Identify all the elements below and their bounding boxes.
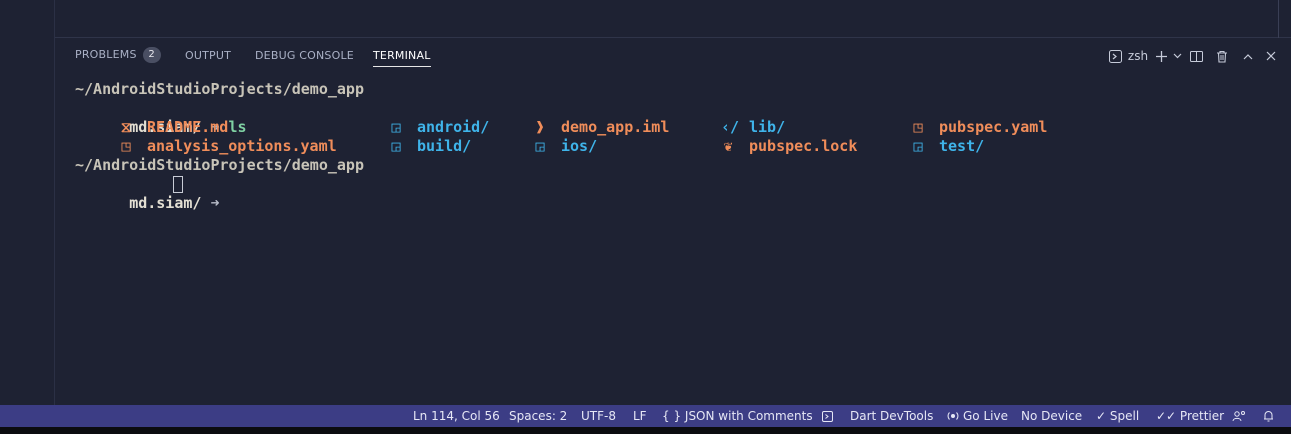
iml-icon: ❱ — [535, 118, 545, 136]
list-item: ◲ android/ — [389, 118, 489, 137]
yaml-icon: ◳ — [121, 137, 131, 155]
new-terminal-plus-icon[interactable] — [1151, 48, 1171, 64]
terminal-icon[interactable] — [1105, 48, 1125, 64]
prettier[interactable]: ✓✓ Prettier — [1156, 408, 1224, 424]
tab-debug-console-label: DEBUG CONSOLE — [255, 49, 354, 62]
terminal-cursor — [173, 176, 183, 193]
command-text: ls — [228, 118, 247, 136]
directory-name: build/ — [417, 137, 472, 155]
prompt-line: md.siam/ ➜ ls — [75, 99, 246, 136]
list-item: ◳ analysis_options.yaml — [119, 137, 337, 156]
directory-name: android/ — [417, 118, 490, 136]
tab-problems[interactable]: PROBLEMS 2 — [75, 47, 161, 63]
prompt-arrow-icon: ➜ — [210, 194, 220, 212]
tab-output-label: OUTPUT — [185, 49, 232, 62]
prompt-line: md.siam/ ➜ — [75, 175, 219, 212]
indentation[interactable]: Spaces: 2 — [509, 408, 567, 424]
folder-icon: ◲ — [535, 137, 545, 155]
directory-name: test/ — [939, 137, 985, 155]
list-item: ❱ demo_app.iml — [533, 118, 669, 137]
cwd-line: ~/AndroidStudioProjects/demo_app — [75, 156, 364, 174]
file-name: README.md — [147, 118, 229, 136]
accounts-icon[interactable] — [1232, 408, 1246, 426]
folder-icon: ◲ — [391, 137, 401, 155]
editor-ruler — [1278, 0, 1279, 38]
go-live[interactable]: Go Live — [963, 408, 1008, 424]
list-item: ❦ pubspec.lock — [721, 137, 857, 156]
folder-icon: ◲ — [913, 137, 923, 155]
yaml-icon: ◳ — [913, 118, 923, 136]
directory-name: lib/ — [749, 118, 786, 136]
directory-name: ios/ — [561, 137, 598, 155]
code-folder-icon: ‹/ — [721, 118, 740, 136]
language-mode[interactable]: { } JSON with Comments — [662, 408, 813, 424]
prompt-user: md.siam/ — [129, 194, 202, 212]
markdown-icon: ⧖ — [120, 118, 132, 136]
list-item: ‹/ lib/ — [721, 118, 785, 137]
tab-problems-label: PROBLEMS — [75, 48, 137, 61]
status-bar: Ln 114, Col 56 Spaces: 2 UTF-8 LF { } JS… — [0, 405, 1291, 427]
tab-output[interactable]: OUTPUT — [185, 48, 231, 64]
bottom-panel: PROBLEMS 2 OUTPUT DEBUG CONSOLE TERMINAL … — [55, 38, 1291, 405]
chevron-down-icon[interactable] — [1171, 48, 1183, 64]
list-item: ◲ build/ — [389, 137, 471, 156]
active-tab-indicator — [373, 66, 431, 67]
activity-bar — [0, 0, 55, 405]
device-selector[interactable]: No Device — [1021, 408, 1082, 424]
spell-check[interactable]: ✓ Spell — [1096, 408, 1139, 424]
cwd-line: ~/AndroidStudioProjects/demo_app — [75, 80, 364, 98]
devtools-icon[interactable] — [822, 408, 833, 426]
cursor-position[interactable]: Ln 114, Col 56 — [413, 408, 500, 424]
tab-terminal[interactable]: TERMINAL — [373, 48, 431, 67]
list-item: ◲ ios/ — [533, 137, 597, 156]
tab-debug-console[interactable]: DEBUG CONSOLE — [255, 48, 354, 64]
window-bottom-edge — [0, 427, 1291, 434]
list-item: ◳ pubspec.yaml — [911, 118, 1047, 137]
trash-icon[interactable] — [1209, 48, 1235, 64]
file-name: pubspec.yaml — [939, 118, 1048, 136]
file-name: analysis_options.yaml — [147, 137, 337, 155]
problems-count-badge: 2 — [142, 47, 161, 63]
tab-terminal-label: TERMINAL — [373, 49, 431, 62]
editor-area[interactable] — [55, 0, 1291, 38]
close-icon[interactable] — [1261, 48, 1281, 64]
split-terminal-icon[interactable] — [1183, 48, 1209, 64]
list-item: ◲ test/ — [911, 137, 984, 156]
terminal-profile-label[interactable]: zsh — [1125, 48, 1151, 64]
dart-devtools[interactable]: Dart DevTools — [850, 408, 933, 424]
panel-actions: zsh — [1105, 48, 1281, 64]
go-live-icon[interactable] — [947, 408, 959, 426]
file-name: demo_app.iml — [561, 118, 670, 136]
maximize-panel-chevron-up-icon[interactable] — [1235, 48, 1261, 64]
bell-icon[interactable] — [1263, 408, 1274, 426]
file-name: pubspec.lock — [749, 137, 858, 155]
list-item: ⧖ README.md — [119, 118, 229, 137]
folder-icon: ◲ — [391, 118, 401, 136]
encoding[interactable]: UTF-8 — [581, 408, 616, 424]
lock-file-icon: ❦ — [723, 137, 733, 155]
end-of-line[interactable]: LF — [633, 408, 647, 424]
